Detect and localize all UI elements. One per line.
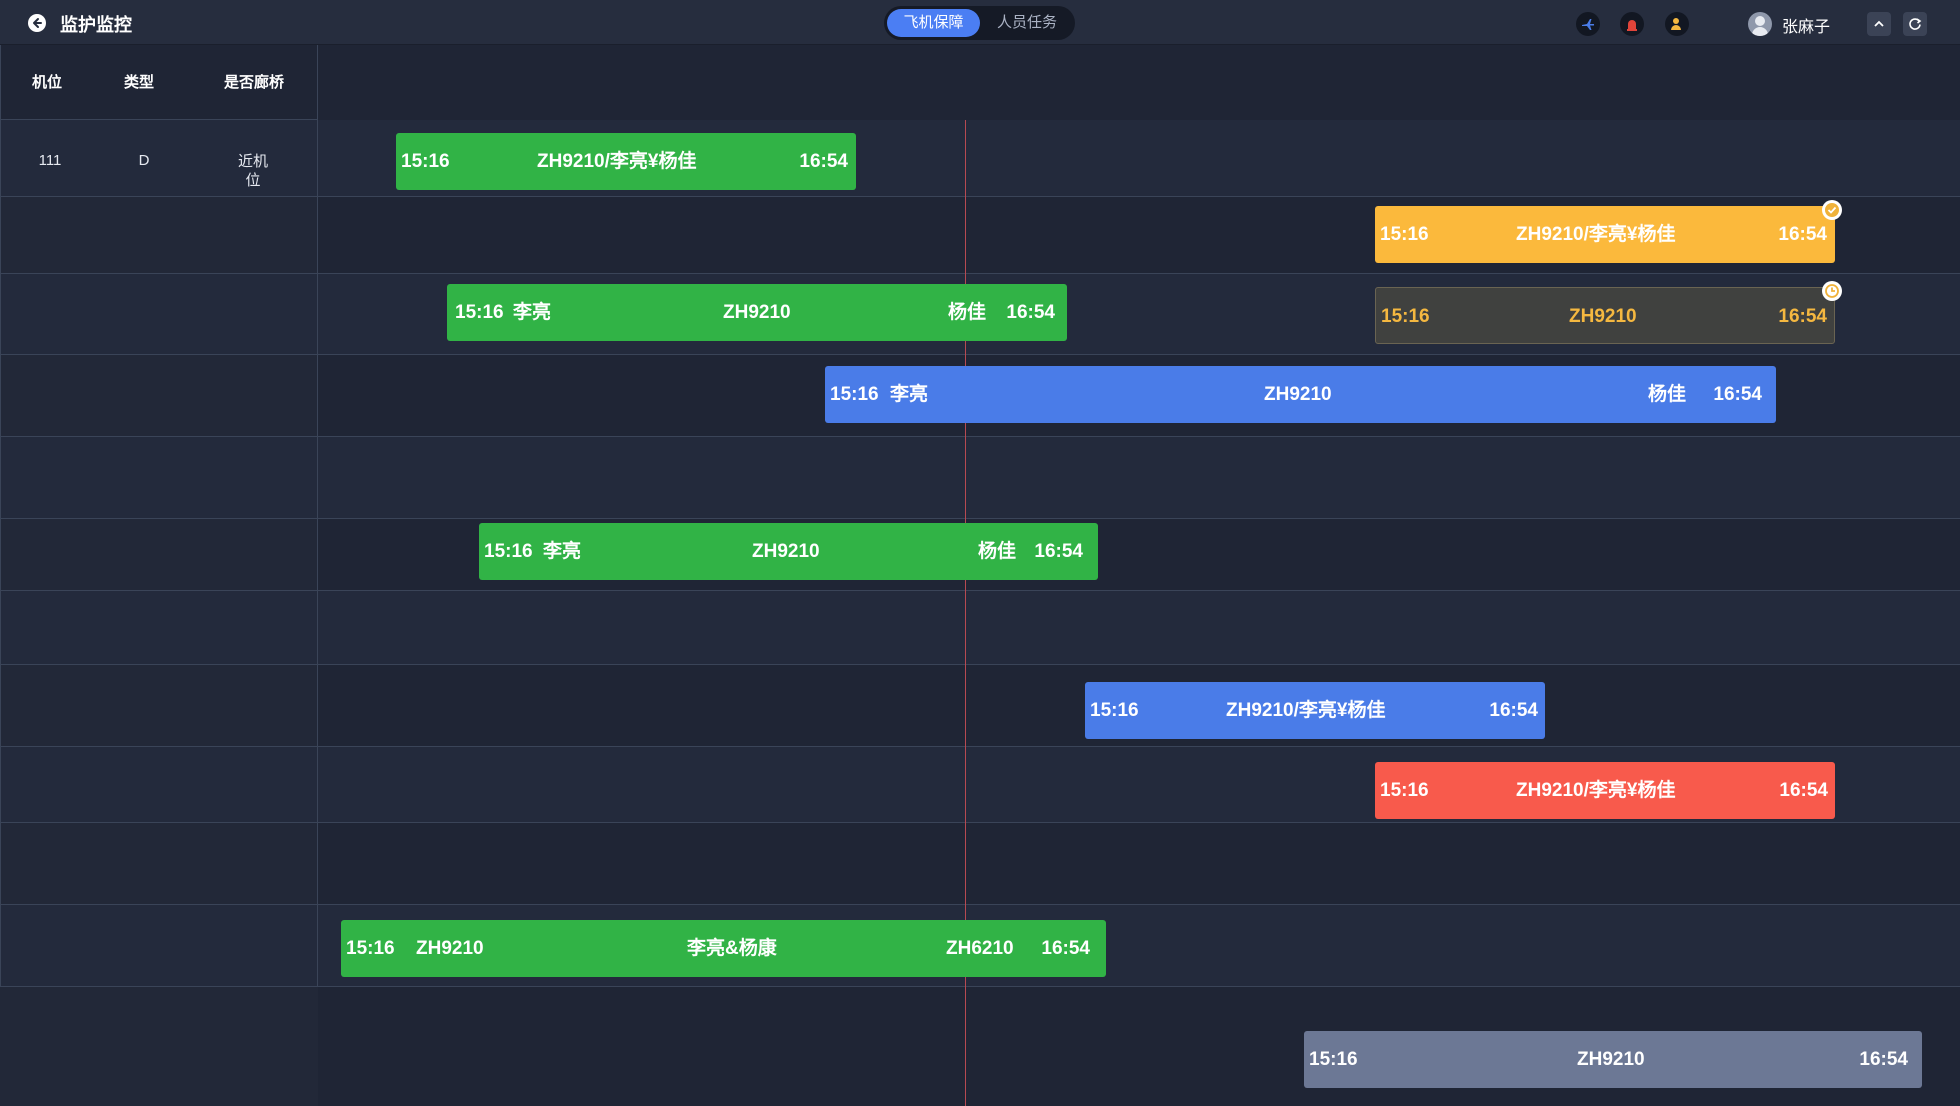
task-label: ZH9210/李亮¥杨佳 [1516, 224, 1676, 245]
end-time: 16:54 [1779, 780, 1828, 801]
alarm-status-icon[interactable] [1620, 12, 1644, 36]
task-person: 李亮&杨康 [687, 938, 777, 959]
task-person: 杨佳 [948, 302, 987, 323]
end-time: 16:54 [1041, 938, 1090, 959]
task-bar[interactable]: 15:16 李亮 ZH9210 杨佳 16:54 [479, 523, 1098, 580]
collapse-button[interactable] [1867, 12, 1891, 36]
back-arrow-icon[interactable] [28, 14, 46, 32]
end-time: 16:54 [1859, 1049, 1908, 1070]
task-label: ZH9210 [1577, 1049, 1645, 1070]
start-time: 15:16 [346, 938, 395, 959]
refresh-icon [1909, 18, 1922, 30]
page-title: 监护监控 [60, 15, 132, 35]
user-name[interactable]: 张麻子 [1782, 13, 1830, 37]
start-time: 15:16 [1380, 224, 1429, 245]
end-time: 16:54 [1713, 384, 1762, 405]
start-time: 15:16 [455, 302, 504, 323]
top-bar: 监护监控 飞机保障 人员任务 张麻子 [0, 0, 1960, 45]
stand-cell: 111 [38, 152, 62, 169]
start-time: 15:16 [1380, 780, 1429, 801]
chevron-up-icon [1874, 20, 1884, 27]
start-time: 15:16 [830, 384, 879, 405]
type-cell: D [138, 152, 150, 169]
task-bar[interactable]: 15:16 ZH9210/李亮¥杨佳 16:54 [1375, 206, 1835, 263]
tab-staff-tasks[interactable]: 人员任务 [982, 9, 1072, 37]
check-icon [1822, 200, 1842, 220]
task-bar[interactable]: 15:16 ZH9210 16:54 [1375, 287, 1835, 344]
task-label: ZH9210 [723, 302, 791, 323]
start-time: 15:16 [1090, 700, 1139, 721]
task-bar[interactable]: 15:16 李亮 ZH9210 杨佳 16:54 [825, 366, 1776, 423]
task-label: ZH9210 [1569, 306, 1637, 327]
task-bar[interactable]: 15:16 ZH9210/李亮¥杨佳 16:54 [1085, 682, 1545, 739]
person-status-icon[interactable] [1665, 12, 1689, 36]
start-time: 15:16 [1381, 306, 1430, 327]
task-bar[interactable]: 15:16 ZH9210 16:54 [1304, 1031, 1922, 1088]
task-label: ZH9210 [752, 541, 820, 562]
task-label: ZH9210/李亮¥杨佳 [537, 151, 697, 172]
plane-status-icon[interactable] [1576, 12, 1600, 36]
task-person: 杨佳 [1648, 384, 1687, 405]
task-label: ZH6210 [946, 938, 1014, 959]
tab-aircraft-support[interactable]: 飞机保障 [887, 9, 980, 37]
task-bar[interactable]: 15:16 ZH9210/李亮¥杨佳 16:54 [396, 133, 856, 190]
task-label: ZH9210 [1264, 384, 1332, 405]
task-person: 杨佳 [978, 541, 1017, 562]
end-time: 16:54 [1006, 302, 1055, 323]
task-bar[interactable]: 15:16 ZH9210/李亮¥杨佳 16:54 [1375, 762, 1835, 819]
start-time: 15:16 [484, 541, 533, 562]
bridge-cell: 近机位 [237, 153, 268, 189]
end-time: 16:54 [1778, 224, 1827, 245]
task-person: 李亮 [890, 384, 929, 405]
end-time: 16:54 [799, 151, 848, 172]
avatar[interactable] [1748, 12, 1772, 36]
task-bar[interactable]: 15:16 ZH9210 李亮&杨康 ZH6210 16:54 [341, 920, 1106, 977]
task-person: 李亮 [543, 541, 582, 562]
view-toggle: 飞机保障 人员任务 [884, 6, 1075, 40]
refresh-button[interactable] [1903, 12, 1927, 36]
task-person: 李亮 [513, 302, 552, 323]
task-label: ZH9210 [416, 938, 484, 959]
start-time: 15:16 [401, 151, 450, 172]
end-time: 16:54 [1489, 700, 1538, 721]
end-time: 16:54 [1778, 306, 1827, 327]
task-bar[interactable]: 15:16 李亮 ZH9210 杨佳 16:54 [447, 284, 1067, 341]
task-label: ZH9210/李亮¥杨佳 [1226, 700, 1386, 721]
clock-icon [1822, 281, 1842, 301]
start-time: 15:16 [1309, 1049, 1358, 1070]
end-time: 16:54 [1034, 541, 1083, 562]
task-label: ZH9210/李亮¥杨佳 [1516, 780, 1676, 801]
